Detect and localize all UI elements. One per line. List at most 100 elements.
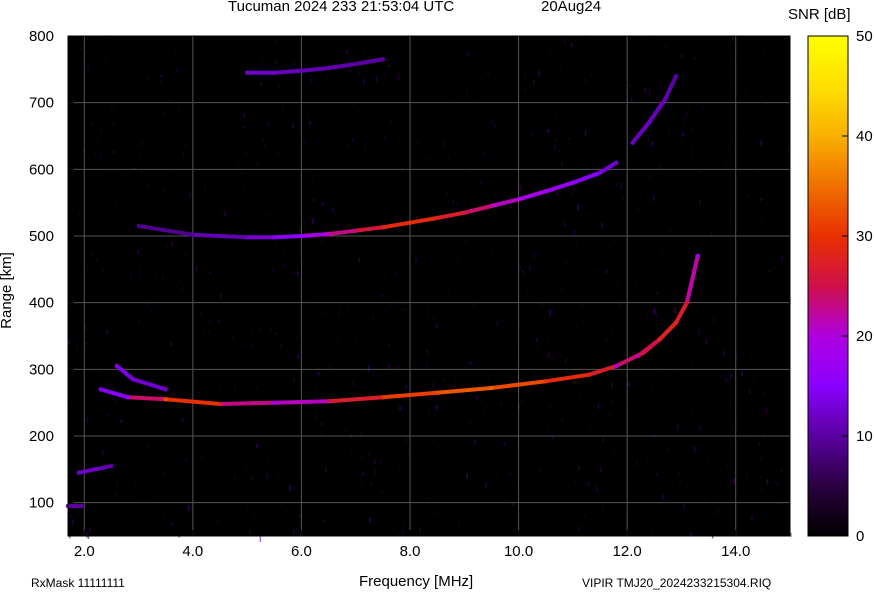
noise-speckle: [227, 125, 229, 129]
noise-speckle: [752, 513, 755, 516]
noise-speckle: [405, 437, 407, 443]
noise-speckle: [77, 346, 79, 352]
noise-speckle: [229, 343, 231, 345]
noise-speckle: [240, 340, 243, 344]
noise-speckle: [761, 476, 763, 478]
noise-speckle: [506, 224, 509, 226]
noise-speckle: [473, 257, 475, 263]
noise-speckle: [303, 227, 305, 232]
noise-speckle: [71, 39, 73, 42]
noise-speckle: [645, 319, 647, 322]
echo-point: [353, 228, 358, 233]
noise-speckle: [399, 406, 401, 410]
noise-speckle: [393, 509, 395, 512]
noise-speckle: [262, 407, 264, 413]
noise-speckle: [613, 409, 615, 411]
noise-speckle: [563, 109, 566, 112]
noise-speckle: [92, 311, 94, 318]
noise-speckle: [716, 153, 718, 156]
noise-speckle: [375, 374, 378, 381]
noise-speckle: [676, 424, 679, 430]
echo-point: [434, 390, 440, 395]
noise-speckle: [583, 68, 585, 71]
noise-speckle: [547, 426, 550, 431]
echo-point: [614, 363, 619, 369]
noise-speckle: [73, 127, 76, 130]
noise-speckle: [487, 511, 490, 517]
noise-speckle: [542, 414, 544, 420]
noise-speckle: [138, 280, 140, 282]
noise-speckle: [717, 455, 719, 459]
noise-speckle: [182, 485, 184, 490]
noise-speckle: [624, 405, 626, 408]
noise-speckle: [548, 352, 550, 358]
noise-speckle: [577, 526, 580, 531]
noise-speckle: [775, 313, 778, 317]
noise-speckle: [576, 211, 578, 215]
noise-speckle: [501, 319, 503, 322]
noise-speckle: [299, 515, 301, 519]
noise-speckle: [232, 172, 234, 177]
noise-speckle: [163, 275, 165, 277]
noise-speckle: [721, 412, 723, 418]
noise-speckle: [331, 208, 334, 212]
noise-speckle: [760, 217, 762, 224]
noise-speckle: [512, 170, 514, 175]
noise-speckle: [436, 349, 438, 355]
noise-speckle: [86, 531, 88, 538]
noise-speckle: [459, 84, 461, 86]
noise-speckle: [602, 437, 605, 443]
noise-speckle: [741, 431, 743, 435]
noise-speckle: [89, 76, 91, 81]
noise-speckle: [93, 449, 96, 455]
noise-speckle: [248, 524, 251, 529]
noise-speckle: [346, 528, 349, 533]
noise-speckle: [130, 272, 132, 278]
noise-speckle: [163, 513, 166, 520]
noise-speckle: [100, 154, 102, 161]
noise-speckle: [260, 82, 262, 86]
noise-speckle: [148, 183, 150, 188]
noise-speckle: [356, 267, 359, 273]
noise-speckle: [341, 491, 343, 495]
echo-point: [299, 233, 304, 239]
noise-speckle: [768, 186, 770, 191]
echo-trace-segment: [299, 66, 331, 73]
noise-speckle: [106, 328, 109, 334]
noise-speckle: [259, 535, 262, 542]
noise-speckle: [573, 390, 575, 393]
noise-speckle: [480, 147, 483, 151]
noise-speckle: [717, 77, 719, 83]
noise-speckle: [765, 451, 768, 457]
noise-speckle: [179, 483, 182, 489]
noise-speckle: [317, 309, 320, 311]
noise-speckle: [739, 59, 741, 61]
noise-speckle: [526, 310, 529, 314]
noise-speckle: [277, 129, 280, 133]
noise-speckle: [330, 177, 332, 182]
noise-speckle: [557, 389, 559, 392]
noise-speckle: [579, 385, 581, 389]
noise-speckle: [304, 344, 307, 347]
echo-point: [76, 470, 82, 475]
noise-speckle: [500, 401, 502, 407]
noise-speckle: [102, 269, 104, 273]
noise-speckle: [620, 183, 622, 189]
noise-speckle: [374, 469, 377, 475]
noise-speckle: [412, 212, 415, 214]
noise-speckle: [726, 463, 728, 468]
noise-speckle: [248, 137, 250, 140]
noise-speckle: [723, 300, 726, 302]
noise-speckle: [200, 312, 202, 317]
noise-speckle: [411, 79, 413, 81]
noise-speckle: [599, 116, 601, 118]
noise-speckle: [338, 310, 340, 317]
noise-speckle: [745, 92, 747, 97]
noise-speckle: [132, 384, 135, 387]
colorbar-tick-label: 20: [856, 328, 873, 345]
noise-speckle: [115, 73, 118, 75]
noise-speckle: [642, 492, 645, 499]
noise-speckle: [195, 349, 197, 351]
noise-speckle: [590, 71, 592, 78]
noise-speckle: [243, 185, 245, 189]
